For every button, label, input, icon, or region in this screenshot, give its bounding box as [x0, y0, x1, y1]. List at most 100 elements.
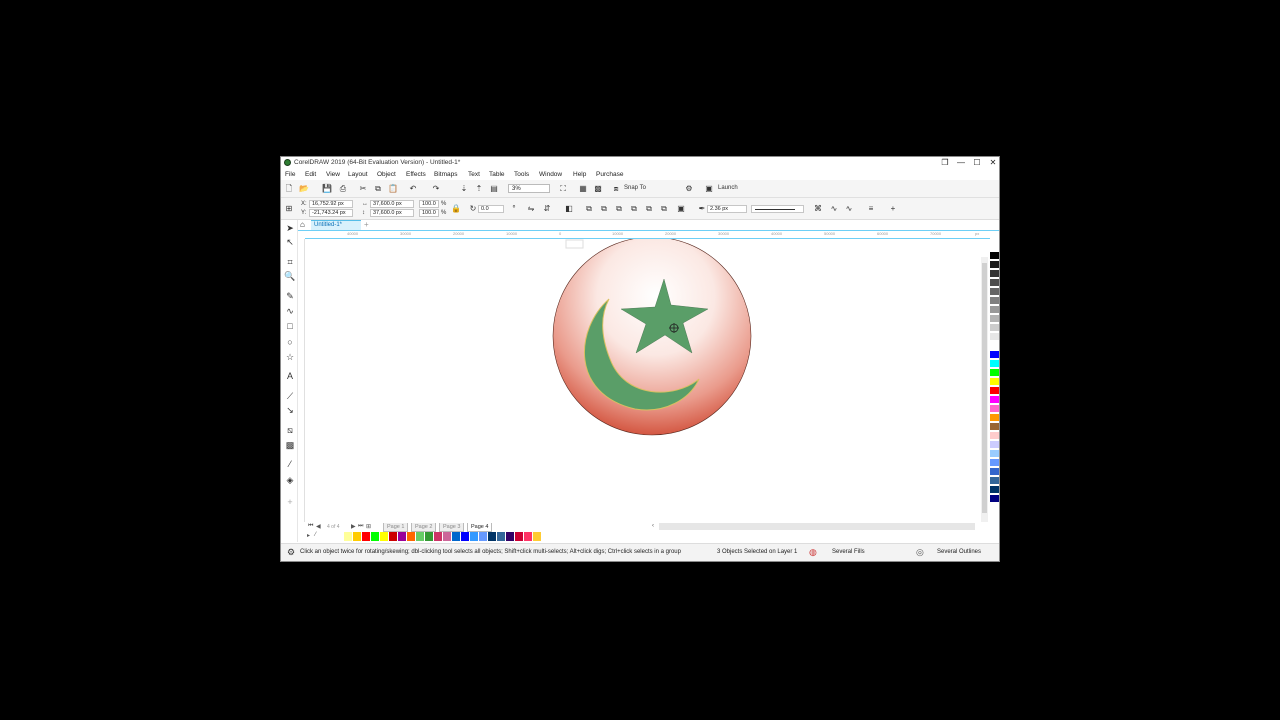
document-palette-swatch[interactable]: [452, 532, 460, 541]
freehand-tool-icon[interactable]: ✎: [284, 290, 296, 302]
new-document-icon[interactable]: 🗋: [284, 184, 294, 194]
options-gear-icon[interactable]: ⚙: [684, 184, 694, 194]
document-palette-swatch[interactable]: [461, 532, 469, 541]
palette-swatch[interactable]: [990, 414, 999, 421]
object-origin-icon[interactable]: ⊞: [284, 204, 294, 214]
document-palette-swatch[interactable]: [344, 532, 352, 541]
scale-y-field[interactable]: 100.0: [419, 209, 439, 217]
vertical-scrollbar[interactable]: [981, 257, 988, 522]
wrap-text-icon[interactable]: ⌘: [813, 204, 823, 214]
document-palette-swatch[interactable]: [506, 532, 514, 541]
zoom-tool-icon[interactable]: 🔍: [284, 270, 296, 282]
line-style-select[interactable]: [751, 205, 804, 213]
menu-bitmaps[interactable]: Bitmaps: [434, 171, 457, 178]
palette-swatch[interactable]: [990, 306, 999, 313]
menu-purchase[interactable]: Purchase: [596, 171, 623, 178]
palette-swatch[interactable]: [990, 459, 999, 466]
back-minus-front-icon[interactable]: ⧉: [659, 204, 669, 214]
simplify-icon[interactable]: ⧉: [629, 204, 639, 214]
create-boundary-icon[interactable]: ▣: [676, 204, 686, 214]
redo-icon[interactable]: ↷: [431, 184, 441, 194]
prev-page-icon[interactable]: ◀: [316, 523, 321, 530]
document-palette-swatch[interactable]: [533, 532, 541, 541]
outline-width-field[interactable]: 2.36 px: [707, 205, 747, 213]
menu-tools[interactable]: Tools: [514, 171, 529, 178]
palette-swatch[interactable]: [990, 396, 999, 403]
palette-swatch[interactable]: [990, 405, 999, 412]
document-palette-swatch[interactable]: [524, 532, 532, 541]
document-palette-swatch[interactable]: [479, 532, 487, 541]
scroll-left-icon[interactable]: ‹: [652, 523, 654, 529]
palette-swatch[interactable]: [990, 477, 999, 484]
page-tab-4[interactable]: Page 4: [467, 523, 493, 532]
palette-swatch[interactable]: [990, 351, 999, 358]
document-palette-swatch[interactable]: [434, 532, 442, 541]
save-icon[interactable]: 💾: [322, 184, 332, 194]
tab-untitled-1[interactable]: Untitled-1*: [311, 220, 361, 230]
eyedropper-small-icon[interactable]: ⁄: [315, 532, 316, 538]
snap-icon[interactable]: ⧈: [611, 184, 621, 194]
vertical-ruler[interactable]: [298, 239, 305, 522]
document-palette-swatch[interactable]: [497, 532, 505, 541]
menu-help[interactable]: Help: [573, 171, 586, 178]
menu-file[interactable]: File: [285, 171, 295, 178]
new-tab-plus-icon[interactable]: +: [364, 220, 369, 229]
document-palette-swatch[interactable]: [416, 532, 424, 541]
y-position-field[interactable]: -21,743.24 px: [309, 209, 353, 217]
palette-swatch[interactable]: [990, 468, 999, 475]
horizontal-ruler[interactable]: 40000 30000 20000 10000 0 10000 20000 30…: [305, 231, 990, 239]
document-palette-swatch[interactable]: [515, 532, 523, 541]
horizontal-scrollbar[interactable]: [659, 523, 975, 530]
document-palette-swatch[interactable]: [398, 532, 406, 541]
outline-pen-status-icon[interactable]: ◎: [916, 547, 924, 558]
cut-icon[interactable]: ✂: [358, 184, 368, 194]
close-button[interactable]: ✕: [985, 157, 999, 169]
ellipse-tool-icon[interactable]: ○: [284, 336, 296, 348]
show-grid-icon[interactable]: ▩: [593, 184, 603, 194]
palette-swatch[interactable]: [990, 342, 999, 349]
palette-swatch[interactable]: [990, 324, 999, 331]
menu-table[interactable]: Table: [489, 171, 505, 178]
document-palette-swatch[interactable]: [380, 532, 388, 541]
document-palette-swatch[interactable]: [353, 532, 361, 541]
shadow-tool-icon[interactable]: ⧅: [284, 424, 296, 436]
height-field[interactable]: 37,600.0 px: [370, 209, 414, 217]
combine-icon[interactable]: ◧: [564, 204, 574, 214]
open-icon[interactable]: 📂: [299, 184, 309, 194]
document-palette-swatch[interactable]: [335, 532, 343, 541]
eyedropper-icon[interactable]: ⁄: [284, 458, 296, 470]
publish-pdf-icon[interactable]: ▤: [489, 184, 499, 194]
menu-edit[interactable]: Edit: [305, 171, 316, 178]
maximize-button[interactable]: ☐: [969, 157, 985, 169]
scale-x-field[interactable]: 100.0: [419, 200, 439, 208]
copy-icon[interactable]: ⧉: [373, 184, 383, 194]
document-palette-swatch[interactable]: [488, 532, 496, 541]
palette-swatch[interactable]: [990, 387, 999, 394]
mirror-horizontal-icon[interactable]: ⇋: [526, 204, 536, 214]
width-field[interactable]: 37,600.0 px: [370, 200, 414, 208]
palette-swatch[interactable]: [990, 360, 999, 367]
palette-swatch[interactable]: [990, 279, 999, 286]
connector-tool-icon[interactable]: ↘: [284, 404, 296, 416]
trim-icon[interactable]: ⧉: [599, 204, 609, 214]
full-screen-icon[interactable]: ⛶: [558, 184, 568, 194]
pick-tool-icon[interactable]: ➤: [284, 222, 296, 234]
palette-swatch[interactable]: [990, 432, 999, 439]
print-icon[interactable]: ⎙: [338, 184, 348, 194]
home-icon[interactable]: ⌂: [300, 220, 305, 229]
palette-arrow-icon[interactable]: ▸: [307, 532, 310, 539]
palette-swatch[interactable]: [990, 261, 999, 268]
document-palette-swatch[interactable]: [371, 532, 379, 541]
paste-icon[interactable]: 📋: [388, 184, 398, 194]
polygon-tool-icon[interactable]: ☆: [284, 351, 296, 363]
launch-dropdown[interactable]: Launch: [718, 185, 738, 191]
settings-gear-icon[interactable]: ⚙: [287, 547, 295, 558]
document-palette-swatch[interactable]: [362, 532, 370, 541]
palette-swatch[interactable]: [990, 450, 999, 457]
text-tool-icon[interactable]: A: [284, 370, 296, 382]
parallel-dimension-icon[interactable]: ⟋: [284, 390, 296, 402]
convert-icon[interactable]: ∿: [844, 204, 854, 214]
undo-icon[interactable]: ↶: [408, 184, 418, 194]
weld-icon[interactable]: ⧉: [584, 204, 594, 214]
first-page-icon[interactable]: ⏮: [308, 523, 313, 530]
